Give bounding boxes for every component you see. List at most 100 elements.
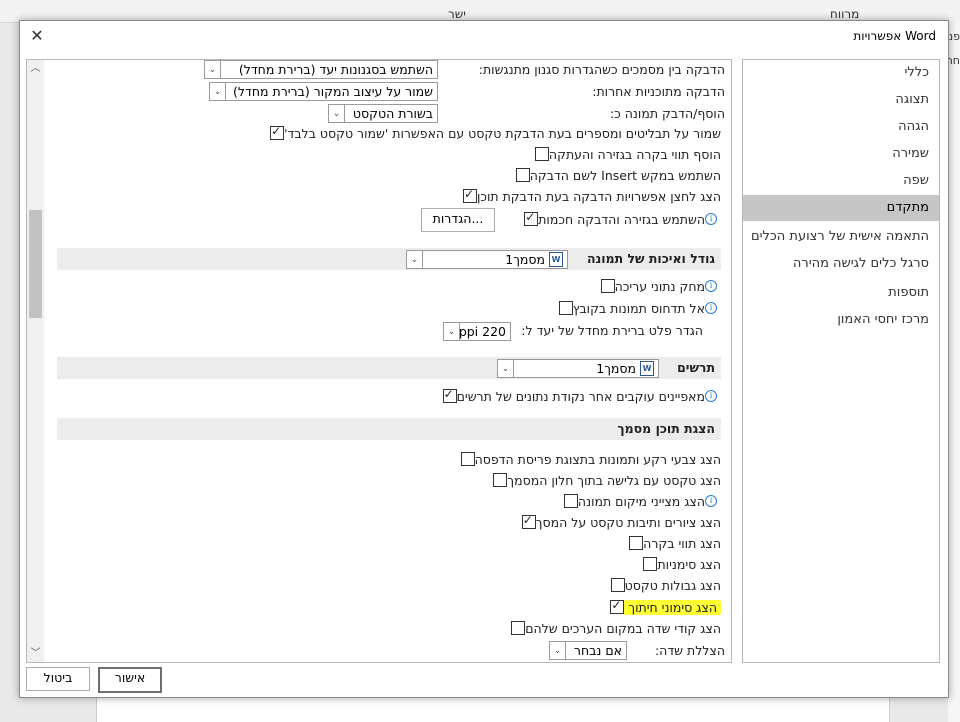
scroll-up-button[interactable]: ︿ xyxy=(27,60,44,77)
nav-item-quick-access[interactable]: סרגל כלים לגישה מהירה xyxy=(743,251,939,277)
field-codes-label: הצג קודי שדה במקום הערכים שלהם xyxy=(525,620,721,636)
no-compress-label: אל תדחוס תמונות בקובץ xyxy=(572,300,705,316)
chevron-down-icon: ⌄ xyxy=(205,61,221,78)
field-codes-row[interactable]: הצג קודי שדה במקום הערכים שלהם xyxy=(503,618,721,638)
nav-item-customize-ribbon[interactable]: התאמה אישית של רצועת הכלים xyxy=(743,224,939,250)
wrap-text-checkbox[interactable] xyxy=(493,473,508,487)
chart-properties-checkbox[interactable] xyxy=(442,387,457,403)
field-shading-row: הצללת שדה: xyxy=(655,640,725,660)
chevron-down-icon: ⌄ xyxy=(210,83,226,100)
ribbon-spacing-label: מרווח xyxy=(830,7,860,21)
text-animation-checkbox[interactable] xyxy=(629,536,644,550)
info-icon: i xyxy=(705,495,717,507)
discard-edit-row[interactable]: מחק נתוני עריכה i xyxy=(593,276,721,296)
drawings-row[interactable]: הצג ציורים ותיבות טקסט על המסך xyxy=(514,512,721,532)
cancel-button[interactable]: ביטול xyxy=(26,667,90,691)
paste-between-docs-select[interactable]: ⌄ השתמש בסגנונות יעד (ברירת מחדל) xyxy=(204,60,438,79)
paste-other-programs-select[interactable]: ⌄ שמור על עיצוב המקור (ברירת מחדל) xyxy=(209,82,438,101)
text-animation-label: הצג תווי בקרה xyxy=(643,535,721,551)
image-size-section-header: גודל ואיכות של תמונה xyxy=(57,248,721,270)
add-chars-checkbox[interactable] xyxy=(534,147,549,161)
text-animation-row[interactable]: הצג תווי בקרה xyxy=(621,533,721,553)
nav-item-proofing[interactable]: הגהה xyxy=(743,114,939,140)
insert-picture-select[interactable]: ⌄ בשורת הטקסט xyxy=(328,104,438,123)
field-shading-label: הצללת שדה: xyxy=(654,642,725,658)
paste-other-programs-label: הדבקה מתוכניות אחרות: xyxy=(592,83,725,99)
nav-item-general[interactable]: כללי xyxy=(743,60,939,86)
no-compress-row[interactable]: אל תדחוס תמונות בקובץ i xyxy=(551,298,721,318)
paste-other-programs-row: הדבקה מתוכניות אחרות: xyxy=(592,81,725,101)
smart-cut-row[interactable]: השתמש בגזירה והדבקה חכמות i xyxy=(516,209,721,229)
insert-picture-row: הוסף/הדבק תמונה כ: xyxy=(610,103,725,123)
text-boundaries-row[interactable]: הצג גבולות טקסט xyxy=(603,575,721,595)
display-section-header: הצגת תוכן מסמך xyxy=(57,418,721,440)
field-codes-checkbox[interactable] xyxy=(511,621,526,635)
nav-item-display[interactable]: תצוגה xyxy=(743,87,939,113)
keep-bullets-checkbox[interactable] xyxy=(270,124,285,140)
info-icon: i xyxy=(705,213,717,225)
close-icon: ✕ xyxy=(30,26,44,45)
show-paste-options-row[interactable]: הצג לחצן אפשרויות הדבקה בעת הדבקת תוכן xyxy=(455,186,721,206)
nav-item-save[interactable]: שמירה xyxy=(743,141,939,167)
bookmarks-row[interactable]: הצג סימניות xyxy=(635,554,721,574)
nav-item-trust-center[interactable]: מרכז יחסי האמון xyxy=(743,307,939,333)
paste-other-programs-value: שמור על עיצוב המקור (ברירת מחדל) xyxy=(233,84,433,99)
keep-bullets-label: שמור על תבליטים ומספרים בעת הדבקת טקסט ע… xyxy=(284,125,721,141)
scroll-down-button[interactable]: ﹀ xyxy=(27,645,44,662)
smart-cut-checkbox[interactable] xyxy=(524,210,539,226)
text-boundaries-checkbox[interactable] xyxy=(610,578,625,592)
paste-between-docs-value: השתמש בסגנונות יעד (ברירת מחדל) xyxy=(238,62,433,77)
chevron-down-icon: ﹀ xyxy=(30,648,41,659)
word-options-dialog: ✕ אפשרויות Word כללי תצוגה הגהה שמירה שפ… xyxy=(19,20,949,698)
advanced-options-pane: ︿ ﹀ הדבקה בין מסמכים כשהגדרות סגנון מתנג… xyxy=(26,59,732,663)
info-icon: i xyxy=(705,280,717,292)
default-resolution-row: הגדר פלט ברירת מחדל של יעד ל: xyxy=(521,320,703,340)
show-paste-options-label: הצג לחצן אפשרויות הדבקה בעת הדבקת תוכן xyxy=(476,188,721,204)
close-button[interactable]: ✕ xyxy=(26,26,48,46)
insert-picture-value: בשורת הטקסט xyxy=(352,106,433,121)
charts-doc-value: מסמך1 xyxy=(596,361,636,376)
use-insert-key-checkbox[interactable] xyxy=(515,168,530,182)
chevron-down-icon: ⌄ xyxy=(498,360,514,377)
chevron-up-icon: ︿ xyxy=(30,63,41,74)
smart-cut-settings-button[interactable]: הגדרות... xyxy=(421,208,495,232)
field-shading-select[interactable]: ⌄ אם נבחר xyxy=(549,641,627,660)
dialog-titlebar: ✕ אפשרויות Word xyxy=(20,21,948,51)
word-document-icon: W xyxy=(549,252,563,267)
add-chars-label: הוסף תווי בקרה בגזירה והעתקה xyxy=(548,146,721,162)
discard-edit-checkbox[interactable] xyxy=(600,279,615,293)
chevron-down-icon: ⌄ xyxy=(407,251,423,268)
charts-doc-select[interactable]: ⌄ מסמך1 W xyxy=(497,359,659,378)
image-size-doc-select[interactable]: ⌄ מסמך1 W xyxy=(406,250,568,269)
default-resolution-select[interactable]: ⌄ 220 ppi xyxy=(443,322,511,341)
use-insert-key-row[interactable]: השתמש במקש Insert לשם הדבקה xyxy=(508,165,721,185)
crop-marks-checkbox[interactable] xyxy=(610,598,625,614)
nav-item-advanced[interactable]: מתקדם xyxy=(743,195,939,221)
ok-button[interactable]: אישור xyxy=(98,667,162,693)
bg-colors-checkbox[interactable] xyxy=(460,452,475,466)
wrap-text-row[interactable]: הצג טקסט עם גלישה בתוך חלון המסמך xyxy=(485,470,721,490)
picture-placeholders-checkbox[interactable] xyxy=(563,494,578,508)
document-page xyxy=(96,697,890,722)
keep-bullets-row[interactable]: שמור על תבליטים ומספרים בעת הדבקת טקסט ע… xyxy=(262,123,721,143)
ribbon-align-label: ישר xyxy=(448,7,466,21)
drawings-checkbox[interactable] xyxy=(521,513,536,529)
paste-between-docs-row: הדבקה בין מסמכים כשהגדרות סגנון מתנגשות: xyxy=(479,60,725,79)
text-boundaries-label: הצג גבולות טקסט xyxy=(624,577,721,593)
word-document-icon: W xyxy=(640,361,654,376)
no-compress-checkbox[interactable] xyxy=(558,301,573,315)
bg-colors-row[interactable]: הצג צבעי רקע ותמונות בתצוגת פריסת הדפסה xyxy=(453,449,721,469)
bookmarks-checkbox[interactable] xyxy=(643,557,658,571)
vertical-scrollbar[interactable]: ︿ ﹀ xyxy=(27,60,44,662)
word-side-strip: פני חרי xyxy=(944,22,960,722)
nav-item-addins[interactable]: תוספות xyxy=(743,280,939,306)
crop-marks-row[interactable]: הצג סימוני חיתוך xyxy=(602,597,721,617)
add-chars-row[interactable]: הוסף תווי בקרה בגזירה והעתקה xyxy=(527,144,721,164)
show-paste-options-checkbox[interactable] xyxy=(462,187,477,203)
nav-item-language[interactable]: שפה xyxy=(743,168,939,194)
discard-edit-label: מחק נתוני עריכה xyxy=(614,278,705,294)
picture-placeholders-row[interactable]: הצג מצייני מיקום תמונה i xyxy=(556,491,721,511)
dialog-title: אפשרויות Word xyxy=(853,29,936,43)
chart-properties-row[interactable]: מאפיינים עוקבים אחר נקודת נתונים של תרשי… xyxy=(435,386,721,406)
scroll-thumb[interactable] xyxy=(29,210,42,318)
